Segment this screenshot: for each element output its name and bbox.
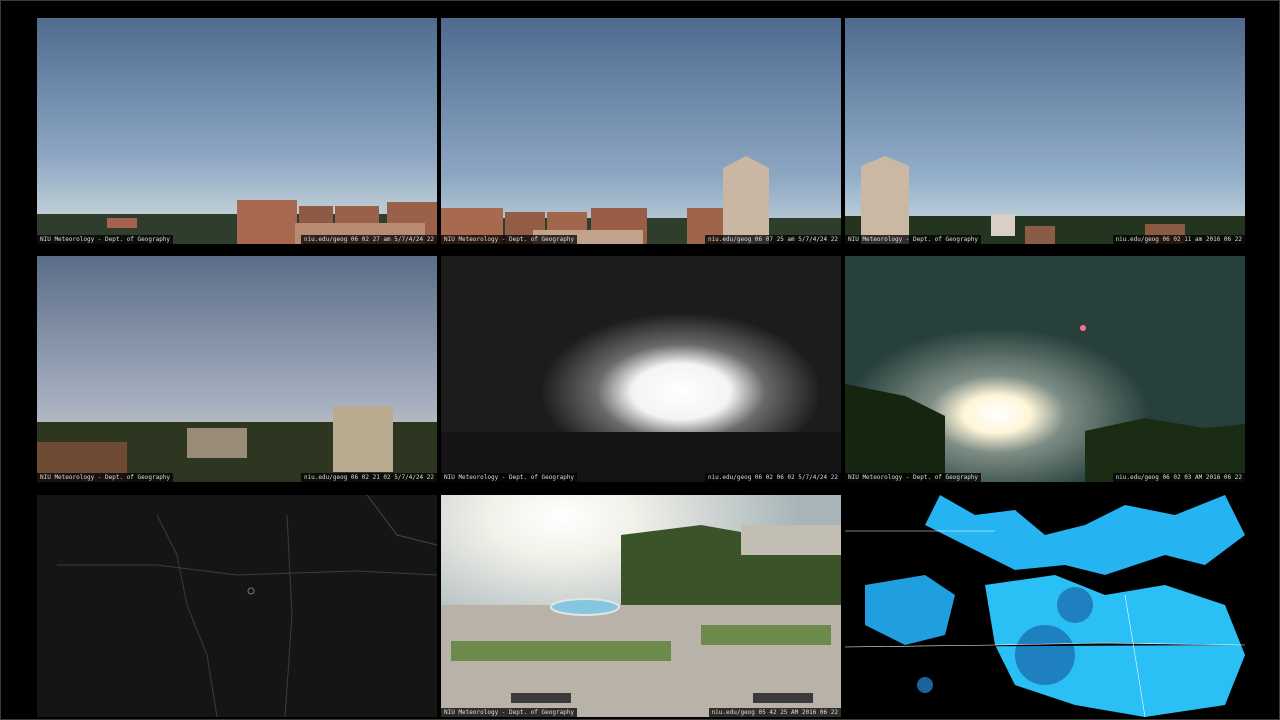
camera-image — [441, 18, 841, 244]
camera-view-south[interactable]: NIU Meteorology - Dept. of Geography niu… — [441, 18, 841, 244]
camera-view-sun-mono[interactable]: NIU Meteorology - Dept. of Geography niu… — [441, 256, 841, 482]
radar-image — [845, 495, 1245, 717]
camera-view-plaza[interactable]: NIU Meteorology - Dept. of Geography niu… — [441, 495, 841, 717]
satellite-view[interactable] — [37, 495, 437, 717]
camera-timestamp: niu.edu/geog 05 42 25 AM 2016 06 22 — [708, 708, 841, 717]
camera-timestamp: niu.edu/geog 06 02 06 02 5/7/4/24 22 — [704, 473, 841, 482]
camera-image — [441, 495, 841, 717]
camera-timestamp: niu.edu/geog 06 07 25 am 5/7/4/24 22 — [704, 235, 841, 244]
camera-image — [37, 256, 437, 482]
camera-view-north[interactable]: NIU Meteorology - Dept. of Geography niu… — [37, 256, 437, 482]
camera-timestamp: niu.edu/geog 06 02 27 am 5/7/4/24 22 — [300, 235, 437, 244]
camera-timestamp: niu.edu/geog 06 02 03 AM 2016 06 22 — [1112, 473, 1245, 482]
radar-view[interactable] — [845, 495, 1245, 717]
camera-caption: NIU Meteorology - Dept. of Geography — [37, 473, 174, 482]
camera-image — [441, 256, 841, 482]
camera-caption: NIU Meteorology - Dept. of Geography — [441, 708, 578, 717]
camera-timestamp: niu.edu/geog 06 02 11 am 2016 06 22 — [1112, 235, 1245, 244]
camera-image — [845, 18, 1245, 244]
camera-caption: NIU Meteorology - Dept. of Geography — [37, 235, 174, 244]
camera-timestamp: niu.edu/geog 06 02 21 02 5/7/4/24 22 — [300, 473, 437, 482]
camera-caption: NIU Meteorology - Dept. of Geography — [845, 235, 982, 244]
camera-caption: NIU Meteorology - Dept. of Geography — [441, 235, 578, 244]
camera-image — [37, 18, 437, 244]
webcam-grid: NIU Meteorology - Dept. of Geography niu… — [0, 0, 1280, 720]
camera-view-west[interactable]: NIU Meteorology - Dept. of Geography niu… — [845, 18, 1245, 244]
camera-view-east[interactable]: NIU Meteorology - Dept. of Geography niu… — [37, 18, 437, 244]
satellite-image — [37, 495, 437, 717]
camera-view-sunrise[interactable]: NIU Meteorology - Dept. of Geography niu… — [845, 256, 1245, 482]
camera-caption: NIU Meteorology - Dept. of Geography — [845, 473, 982, 482]
camera-caption: NIU Meteorology - Dept. of Geography — [441, 473, 578, 482]
camera-image — [845, 256, 1245, 482]
